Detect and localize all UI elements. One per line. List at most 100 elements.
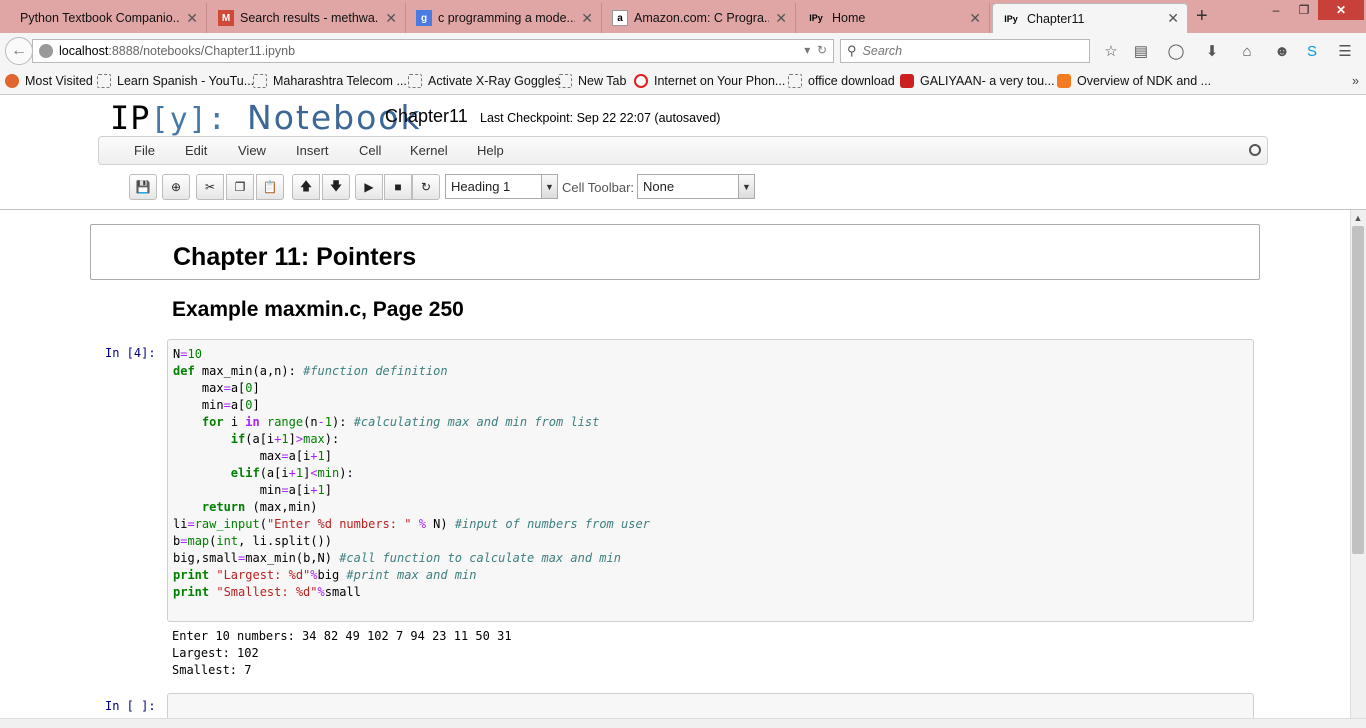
bookmark-item[interactable]: office download: [788, 74, 895, 88]
menu-kernel[interactable]: Kernel: [410, 143, 448, 158]
chevron-down-icon: ▼: [541, 175, 557, 198]
ipython-logo[interactable]: IP[y]: Notebook: [110, 98, 422, 137]
restore-button[interactable]: ❐: [1292, 0, 1316, 20]
minimize-button[interactable]: –: [1264, 0, 1288, 20]
ipython-icon: IPy: [1004, 13, 1018, 24]
url-bar[interactable]: localhost:8888/notebooks/Chapter11.ipynb…: [32, 39, 834, 63]
kernel-status-icon: [1249, 144, 1261, 156]
bookmarks-bar: Most Visited Learn Spanish - YouTu... Ma…: [0, 69, 1366, 95]
copy-cell-button[interactable]: ❐: [226, 174, 254, 200]
skype-icon[interactable]: S: [1302, 41, 1322, 61]
save-button[interactable]: 💾: [129, 174, 157, 200]
reload-icon[interactable]: ▾ ↻: [804, 43, 827, 57]
menu-help[interactable]: Help: [477, 143, 504, 158]
restart-button[interactable]: ↻: [412, 174, 440, 200]
close-window-button[interactable]: ✕: [1318, 0, 1364, 20]
page-icon: [253, 74, 267, 88]
insert-cell-button[interactable]: ⊕: [162, 174, 190, 200]
cell-output: Enter 10 numbers: 34 82 49 102 7 94 23 1…: [172, 629, 512, 677]
firefox-icon: [5, 74, 19, 88]
search-input[interactable]: [862, 44, 1063, 58]
plus-circle-icon: ⊕: [170, 180, 182, 194]
cut-cell-button[interactable]: ✂: [196, 174, 224, 200]
tab-home[interactable]: IPy Home ✕: [798, 3, 990, 33]
code-cell[interactable]: N=10 def max_min(a,n): #function definiti…: [167, 339, 1254, 622]
menu-icon[interactable]: ☰: [1335, 41, 1355, 61]
search-bar[interactable]: ⚲: [840, 39, 1090, 63]
tab-gmail-search[interactable]: M Search results - methwa... ✕: [210, 3, 406, 33]
tab-amazon[interactable]: a Amazon.com: C Progra... ✕: [604, 3, 796, 33]
move-up-button[interactable]: 🡅: [292, 174, 320, 200]
bookmark-item[interactable]: Learn Spanish - YouTu...: [97, 74, 254, 88]
new-tab-button[interactable]: +: [1196, 5, 1208, 28]
interrupt-button[interactable]: ■: [384, 174, 412, 200]
markdown-cell-selected[interactable]: Chapter 11: Pointers: [90, 224, 1260, 280]
close-tab-icon[interactable]: ✕: [385, 10, 397, 27]
bookmark-item[interactable]: Maharashtra Telecom ...: [253, 74, 407, 88]
opera-icon: [634, 74, 648, 88]
page-icon: [97, 74, 111, 88]
close-tab-icon[interactable]: ✕: [775, 10, 787, 27]
menu-cell[interactable]: Cell: [359, 143, 381, 158]
close-tab-icon[interactable]: ✕: [186, 10, 198, 27]
bookmark-item[interactable]: New Tab: [558, 74, 626, 88]
horizontal-scrollbar[interactable]: [0, 718, 1366, 728]
close-tab-icon[interactable]: ✕: [969, 10, 981, 27]
scroll-up-icon[interactable]: ▲: [1350, 210, 1366, 226]
reading-list-icon[interactable]: ▤: [1131, 41, 1151, 61]
paste-icon: 📋: [262, 180, 278, 194]
tab-python-textbook[interactable]: Python Textbook Companio... ✕: [0, 3, 207, 33]
cell-toolbar-select[interactable]: None ▼: [637, 174, 755, 199]
example-heading[interactable]: Example maxmin.c, Page 250: [172, 298, 464, 322]
bookmark-item[interactable]: Internet on Your Phon...: [634, 74, 785, 88]
pocket-icon[interactable]: ◯: [1166, 41, 1186, 61]
download-icon[interactable]: ⬇: [1202, 41, 1222, 61]
arrow-up-icon: 🡅: [299, 178, 313, 193]
python-icon: [8, 10, 14, 26]
youtube-icon: [900, 74, 914, 88]
google-icon: g: [416, 10, 432, 26]
bookmark-item[interactable]: Overview of NDK and ...: [1057, 74, 1211, 88]
vertical-scrollbar[interactable]: ▲: [1350, 210, 1366, 718]
notebook-content: Chapter 11: Pointers Example maxmin.c, P…: [0, 210, 1366, 728]
back-button[interactable]: ←: [5, 37, 33, 65]
cell-toolbar-label: Cell Toolbar:: [562, 180, 635, 195]
tab-google-search[interactable]: g c programming a mode... ✕: [408, 3, 602, 33]
move-down-button[interactable]: 🡇: [322, 174, 350, 200]
page-icon: [558, 74, 572, 88]
bookmark-item[interactable]: Activate X-Ray Goggles: [408, 74, 561, 88]
menu-edit[interactable]: Edit: [185, 143, 207, 158]
empty-input-prompt: In [ ]:: [105, 699, 156, 713]
bookmarks-overflow-icon[interactable]: »: [1352, 74, 1359, 88]
menu-file[interactable]: File: [134, 143, 155, 158]
checkpoint-status: Last Checkpoint: Sep 22 22:07 (autosaved…: [480, 111, 721, 125]
bookmark-item[interactable]: Most Visited: [5, 74, 93, 88]
gmail-icon: M: [218, 10, 234, 26]
menu-view[interactable]: View: [238, 143, 266, 158]
menu-insert[interactable]: Insert: [296, 143, 329, 158]
arrow-down-icon: 🡇: [329, 178, 343, 193]
menu-bar: File Edit View Insert Cell Kernel Help: [98, 136, 1268, 165]
chat-icon[interactable]: ☻: [1272, 41, 1292, 61]
home-icon[interactable]: ⌂: [1237, 41, 1257, 61]
cell-type-select[interactable]: Heading 1 ▼: [445, 174, 558, 199]
floppy-icon: 💾: [135, 180, 151, 194]
close-tab-icon[interactable]: ✕: [1167, 10, 1179, 27]
notebook-header: IP[y]: Notebook Chapter11 Last Checkpoin…: [0, 96, 1366, 210]
play-icon: ▶: [364, 180, 374, 194]
paste-cell-button[interactable]: 📋: [256, 174, 284, 200]
tab-chapter11[interactable]: IPy Chapter11 ✕: [992, 3, 1188, 33]
bookmark-item[interactable]: GALIYAAN- a very tou...: [900, 74, 1055, 88]
refresh-icon: ↻: [420, 180, 432, 194]
code-editor[interactable]: N=10 def max_min(a,n): #function definiti…: [173, 346, 650, 601]
scrollbar-thumb[interactable]: [1352, 226, 1364, 554]
bookmark-star-icon[interactable]: ☆: [1101, 41, 1121, 61]
notebook-name[interactable]: Chapter11: [385, 106, 468, 127]
run-cell-button[interactable]: ▶: [355, 174, 383, 200]
browser-nav-bar: ← localhost:8888/notebooks/Chapter11.ipy…: [0, 33, 1366, 69]
url-path: :8888/notebooks/Chapter11.ipynb: [108, 44, 296, 58]
amazon-icon: a: [612, 10, 628, 26]
chevron-down-icon: ▼: [738, 175, 754, 198]
browser-tab-bar: Python Textbook Companio... ✕ M Search r…: [0, 0, 1366, 33]
close-tab-icon[interactable]: ✕: [581, 10, 593, 27]
